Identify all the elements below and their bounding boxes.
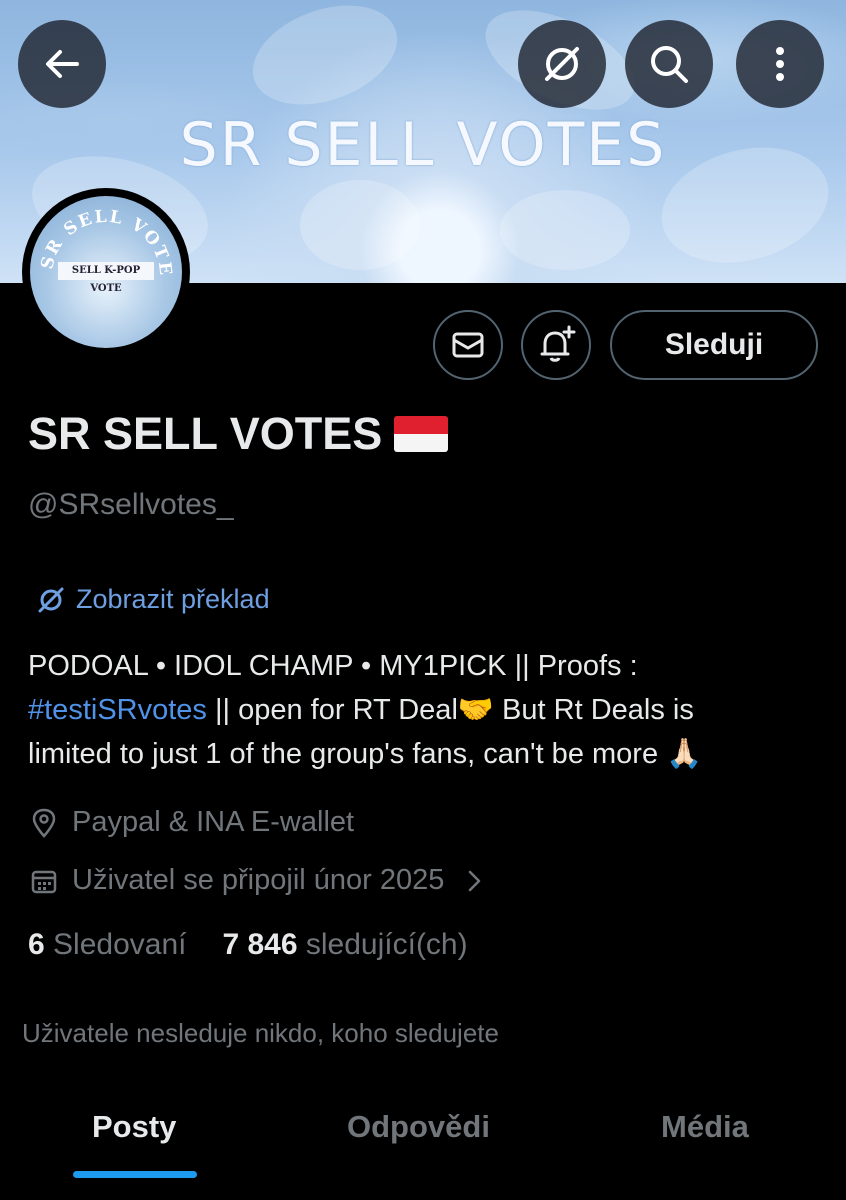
following-count: 6 [28, 928, 45, 961]
bio-line: limited to just 1 of the group's fans, c… [28, 738, 703, 770]
back-button[interactable] [18, 20, 106, 108]
bio-text: || open for RT Deal🤝 But Rt Deals is [206, 694, 694, 726]
profile-bio: PODOAL • IDOL CHAMP • MY1PICK || Proofs … [28, 644, 828, 776]
bell-plus-icon [540, 325, 576, 362]
notifications-button[interactable] [521, 310, 591, 380]
banner-petal [500, 190, 630, 270]
message-button[interactable] [433, 310, 503, 380]
profile-joined[interactable]: Uživatel se připojil únor 2025 [30, 864, 494, 897]
avatar-image: SR SELL VOTES SELL K-POP VOTE [30, 196, 182, 348]
followers-stat[interactable]: 7 846 sledující(ch) [222, 928, 467, 962]
banner-petal [239, 0, 411, 123]
location-pin-icon [32, 808, 56, 838]
indonesia-flag-icon [394, 416, 449, 452]
envelope-icon [452, 332, 484, 358]
translate-icon [545, 47, 579, 81]
more-button[interactable] [736, 20, 824, 108]
translate-button[interactable] [518, 20, 606, 108]
profile-location: Paypal & INA E-wallet [30, 806, 354, 839]
following-stat[interactable]: 6 Sledovaní [28, 928, 186, 962]
tab-posts[interactable]: Posty [92, 1109, 176, 1145]
followers-label: sledující(ch) [305, 928, 468, 961]
tab-replies[interactable]: Odpovědi [347, 1109, 490, 1145]
profile-handle: @SRsellvotes_ [28, 488, 234, 521]
bio-line: #testiSRvotes || open for RT Deal🤝 But R… [28, 688, 828, 732]
followers-count: 7 846 [222, 928, 298, 961]
avatar-label: SELL K-POP VOTE [58, 262, 154, 294]
followers-you-know-note: Uživatele nesleduje nikdo, koho sledujet… [22, 1018, 499, 1048]
tab-media[interactable]: Média [661, 1109, 749, 1145]
translate-icon [38, 587, 64, 612]
show-translation-link[interactable]: Zobrazit překlad [36, 584, 270, 615]
banner-petal [300, 180, 420, 270]
location-text: Paypal & INA E-wallet [72, 806, 355, 838]
following-button[interactable]: Sleduji [610, 310, 818, 380]
more-vertical-icon [776, 47, 784, 81]
search-icon [651, 46, 688, 83]
profile-name-row: SR SELL VOTES [28, 408, 449, 460]
translate-label: Zobrazit překlad [76, 584, 270, 614]
active-tab-indicator [73, 1171, 197, 1178]
avatar[interactable]: SR SELL VOTES SELL K-POP VOTE [22, 188, 190, 356]
profile-tabs: Posty Odpovědi Média [0, 1085, 846, 1200]
chevron-right-icon [469, 870, 481, 891]
bio-line: PODOAL • IDOL CHAMP • MY1PICK || Proofs … [28, 650, 638, 682]
following-label: Sledovaní [53, 928, 187, 961]
calendar-icon [31, 870, 57, 893]
profile-stats: 6 Sledovaní 7 846 sledující(ch) [28, 928, 504, 962]
arrow-left-icon [46, 50, 79, 78]
banner-title: SR SELL VOTES [179, 110, 667, 180]
profile-name: SR SELL VOTES [28, 408, 383, 459]
joined-text: Uživatel se připojil únor 2025 [72, 864, 445, 896]
hashtag-link[interactable]: #testiSRvotes [28, 694, 207, 726]
search-button[interactable] [625, 20, 713, 108]
